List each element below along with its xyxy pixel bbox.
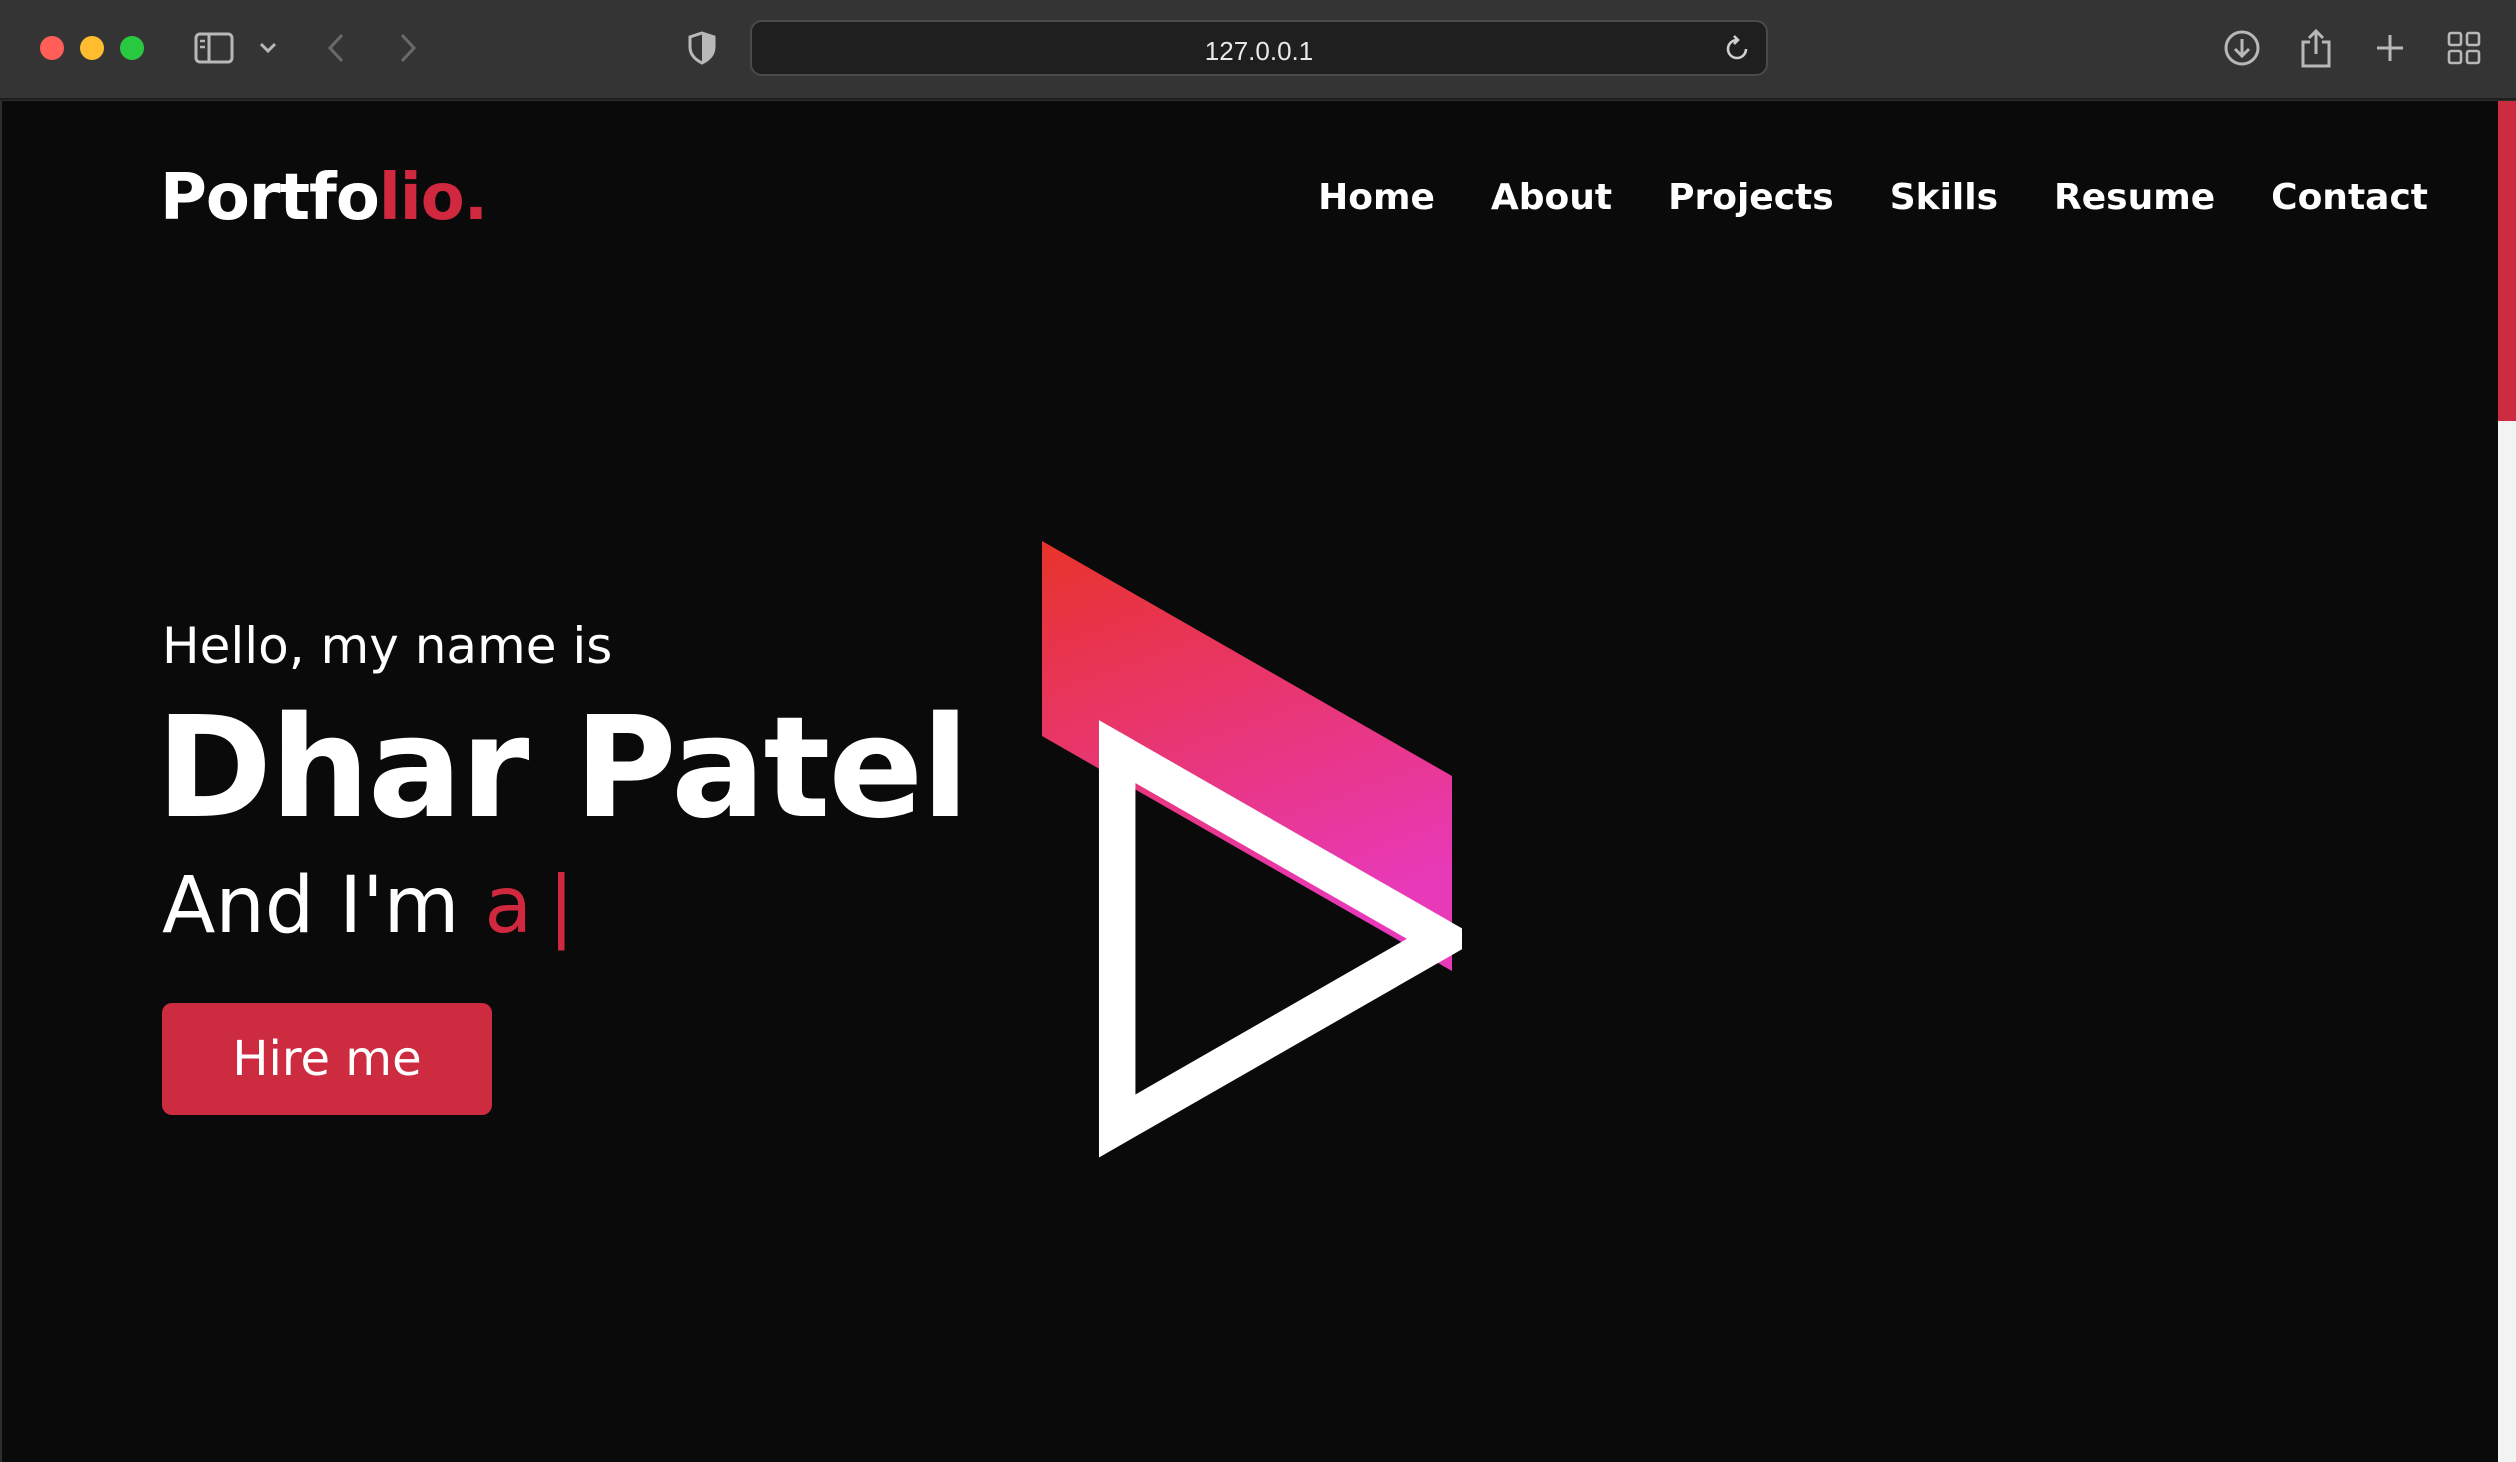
nav-item-projects[interactable]: Projects	[1668, 177, 1834, 218]
hero-name: Dhar Patel	[156, 687, 969, 850]
hire-me-button[interactable]: Hire me	[162, 1003, 492, 1115]
browser-window: 127.0.0.1 Portfolio. Home About Projects…	[0, 0, 2516, 1462]
nav-item-about[interactable]: About	[1491, 177, 1612, 218]
nav-item-home[interactable]: Home	[1318, 177, 1435, 218]
share-icon[interactable]	[2294, 26, 2338, 70]
plus-icon[interactable]	[2368, 26, 2412, 70]
maximize-window-button[interactable]	[120, 36, 144, 60]
role-prefix: And I'm	[162, 861, 460, 951]
site-logo[interactable]: Portfolio.	[160, 161, 488, 235]
nav-item-skills[interactable]: Skills	[1890, 177, 1998, 218]
page-viewport: Portfolio. Home About Projects Skills Re…	[2, 101, 2498, 1462]
close-window-button[interactable]	[40, 36, 64, 60]
logo-accent-text: lio.	[378, 161, 488, 235]
minimize-window-button[interactable]	[80, 36, 104, 60]
shield-icon[interactable]	[680, 26, 724, 70]
url-text: 127.0.0.1	[1204, 36, 1314, 66]
logo-text: Portfo	[160, 161, 380, 235]
reload-icon[interactable]	[1722, 34, 1752, 64]
browser-toolbar: 127.0.0.1	[0, 0, 2516, 100]
typing-cursor: |	[548, 861, 575, 951]
sidebar-icon[interactable]	[192, 26, 236, 70]
page-scrollbar[interactable]	[2498, 101, 2516, 1462]
main-nav: Home About Projects Skills Resume Contac…	[1262, 177, 2428, 218]
hero-greeting: Hello, my name is	[162, 617, 613, 675]
logo-play-graphic	[1042, 541, 1462, 1158]
chevron-down-icon[interactable]	[246, 26, 290, 70]
role-typed-text: a	[484, 861, 533, 951]
hero-role: And I'm a |	[162, 861, 574, 951]
scrollbar-thumb[interactable]	[2498, 101, 2516, 421]
download-icon[interactable]	[2220, 26, 2264, 70]
chevron-left-icon[interactable]	[314, 26, 358, 70]
chevron-right-icon[interactable]	[386, 26, 430, 70]
grid-icon[interactable]	[2442, 26, 2486, 70]
nav-item-resume[interactable]: Resume	[2054, 177, 2215, 218]
address-bar[interactable]: 127.0.0.1	[750, 20, 1768, 76]
nav-item-contact[interactable]: Contact	[2271, 177, 2428, 218]
